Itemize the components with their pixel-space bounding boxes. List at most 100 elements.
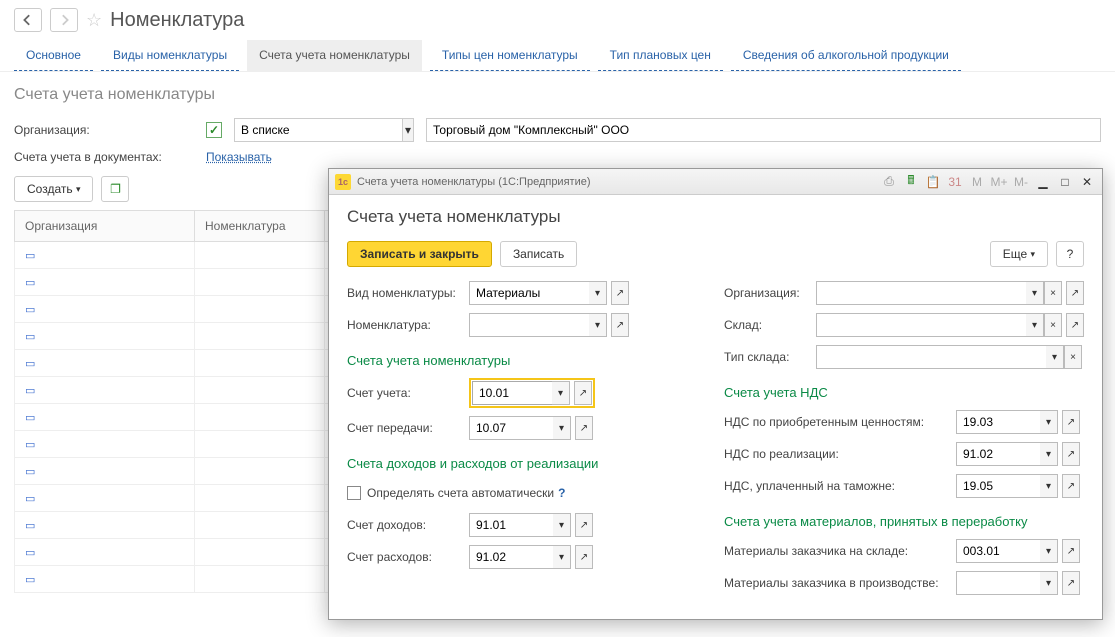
dropdown-icon[interactable]: ▾ (553, 545, 571, 569)
dropdown-icon[interactable]: ▾ (1040, 474, 1058, 498)
tab-main[interactable]: Основное (14, 40, 93, 71)
vat-real-label: НДС по реализации: (724, 447, 956, 461)
tab-bar: Основное Виды номенклатуры Счета учета н… (0, 40, 1115, 72)
open-icon[interactable]: ↗ (1062, 442, 1080, 466)
save-close-button[interactable]: Записать и закрыть (347, 241, 492, 267)
open-icon[interactable]: ↗ (1062, 410, 1080, 434)
vat-cust-label: НДС, уплаченный на таможне: (724, 479, 956, 493)
row-icon: ▭ (25, 304, 35, 316)
transfer-input[interactable] (469, 416, 553, 440)
dropdown-icon[interactable]: ▾ (552, 381, 570, 405)
m-plus-icon[interactable]: M+ (990, 173, 1008, 191)
org-filter-checkbox[interactable] (206, 122, 222, 138)
income-label: Счет доходов: (347, 518, 469, 532)
org-filter-label: Организация: (14, 123, 194, 137)
open-icon[interactable]: ↗ (1062, 539, 1080, 563)
whtype-input[interactable] (816, 345, 1046, 369)
mat-wh-label: Материалы заказчика на складе: (724, 544, 956, 558)
tab-pricetypes[interactable]: Типы цен номенклатуры (430, 40, 590, 71)
help-button[interactable]: ? (1056, 241, 1084, 267)
mat-prod-label: Материалы заказчика в производстве: (724, 576, 956, 590)
clear-icon[interactable]: × (1044, 313, 1062, 337)
section-materials: Счета учета материалов, принятых в перер… (724, 514, 1084, 529)
wh-input[interactable] (816, 313, 1026, 337)
col-nom[interactable]: Номенклатура (195, 211, 325, 242)
section-income-expense: Счета доходов и расходов от реализации (347, 456, 700, 471)
open-icon[interactable]: ↗ (575, 416, 593, 440)
tab-accounts[interactable]: Счета учета номенклатуры (247, 40, 422, 71)
acct-label: Счет учета: (347, 386, 469, 400)
dropdown-icon[interactable]: ▾ (1040, 442, 1058, 466)
tab-plannedprice[interactable]: Тип плановых цен (598, 40, 723, 71)
row-icon: ▭ (25, 412, 35, 424)
auto-checkbox[interactable] (347, 486, 361, 500)
m-icon[interactable]: M (968, 173, 986, 191)
row-icon: ▭ (25, 358, 35, 370)
nomtype-label: Вид номенклатуры: (347, 286, 469, 300)
tab-types[interactable]: Виды номенклатуры (101, 40, 239, 71)
nom-input[interactable] (469, 313, 589, 337)
copy-button[interactable]: ❐ (101, 176, 129, 202)
vat-acq-input[interactable] (956, 410, 1040, 434)
auto-help-icon[interactable]: ? (558, 486, 565, 500)
org-filter-value-input[interactable] (427, 119, 1100, 141)
m-minus-icon[interactable]: M- (1012, 173, 1030, 191)
page-title: Номенклатура (110, 9, 244, 32)
org-filter-value[interactable] (426, 118, 1101, 142)
open-icon[interactable]: ↗ (611, 313, 629, 337)
acct-input[interactable] (472, 381, 552, 405)
dropdown-icon[interactable]: ▾ (1040, 410, 1058, 434)
dropdown-icon[interactable]: ▾ (1046, 345, 1064, 369)
dropdown-icon[interactable]: ▾ (1026, 281, 1044, 305)
calendar-icon[interactable]: 📋 (924, 173, 942, 191)
print-icon[interactable]: ⎙ (880, 173, 898, 191)
dropdown-icon[interactable]: ▾ (1040, 539, 1058, 563)
dropdown-icon[interactable]: ▾ (589, 313, 607, 337)
close-icon[interactable]: ✕ (1078, 173, 1096, 191)
vat-acq-label: НДС по приобретенным ценностям: (724, 415, 956, 429)
dialog-title: Счета учета номенклатуры (347, 207, 1084, 227)
docs-show-link[interactable]: Показывать (206, 150, 272, 164)
more-button[interactable]: Еще ▾ (990, 241, 1048, 267)
open-icon[interactable]: ↗ (574, 381, 592, 405)
col-org[interactable]: Организация (15, 211, 195, 242)
org-filter-mode[interactable]: ▾ (234, 118, 414, 142)
clear-icon[interactable]: × (1044, 281, 1062, 305)
mat-prod-input[interactable] (956, 571, 1040, 595)
open-icon[interactable]: ↗ (575, 513, 593, 537)
income-input[interactable] (469, 513, 553, 537)
wh-label: Склад: (724, 318, 816, 332)
favorite-icon[interactable]: ☆ (86, 10, 102, 31)
org-input[interactable] (816, 281, 1026, 305)
open-icon[interactable]: ↗ (1062, 571, 1080, 595)
dropdown-icon[interactable]: ▾ (1026, 313, 1044, 337)
clear-icon[interactable]: × (1064, 345, 1082, 369)
maximize-icon[interactable]: □ (1056, 173, 1074, 191)
org-filter-mode-input[interactable] (235, 119, 402, 141)
open-icon[interactable]: ↗ (575, 545, 593, 569)
nomtype-input[interactable] (469, 281, 589, 305)
tab-alcohol[interactable]: Сведения об алкогольной продукции (731, 40, 961, 71)
dropdown-icon[interactable]: ▾ (402, 119, 413, 141)
acct-highlight: ▾ ↗ (469, 378, 595, 408)
open-icon[interactable]: ↗ (1062, 474, 1080, 498)
dropdown-icon[interactable]: ▾ (1040, 571, 1058, 595)
vat-real-input[interactable] (956, 442, 1040, 466)
section-nom-accounts: Счета учета номенклатуры (347, 353, 700, 368)
calculator-icon[interactable]: 🖩 (902, 173, 920, 191)
vat-cust-input[interactable] (956, 474, 1040, 498)
date-icon[interactable]: 31 (946, 173, 964, 191)
open-icon[interactable]: ↗ (1066, 313, 1084, 337)
expense-input[interactable] (469, 545, 553, 569)
dropdown-icon[interactable]: ▾ (553, 513, 571, 537)
nav-back-button[interactable] (14, 8, 42, 32)
open-icon[interactable]: ↗ (611, 281, 629, 305)
save-button[interactable]: Записать (500, 241, 577, 267)
create-button[interactable]: Создать ▾ (14, 176, 93, 202)
minimize-icon[interactable]: ▁ (1034, 173, 1052, 191)
dropdown-icon[interactable]: ▾ (553, 416, 571, 440)
mat-wh-input[interactable] (956, 539, 1040, 563)
open-icon[interactable]: ↗ (1066, 281, 1084, 305)
nav-forward-button[interactable] (50, 8, 78, 32)
dropdown-icon[interactable]: ▾ (589, 281, 607, 305)
